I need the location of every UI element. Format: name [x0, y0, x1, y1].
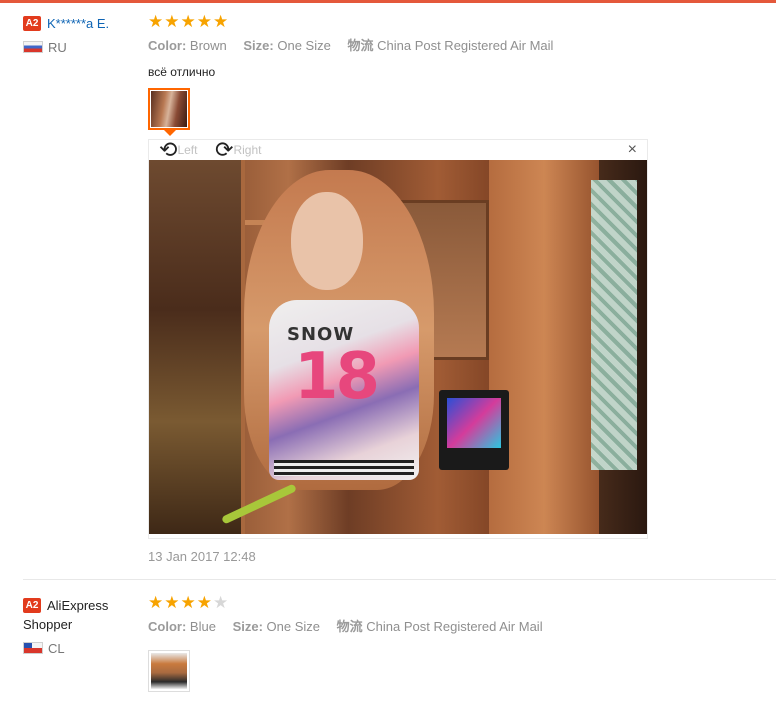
- rotate-left-button[interactable]: ⟲Left: [159, 137, 198, 162]
- review-photo: SNOW 18: [149, 160, 647, 534]
- thumbnail-image: [151, 653, 187, 689]
- photo-shape: [149, 160, 245, 534]
- review-content: ★ ★ ★ ★ ★ Color: Blue Size: One Size 物流 …: [148, 594, 708, 635]
- rotate-left-icon: ⟲: [159, 137, 178, 162]
- reviewer-info: A2 K******a E. RU: [23, 14, 141, 56]
- review-text: всё отлично: [148, 65, 216, 79]
- country-code: CL: [48, 641, 65, 656]
- star-icon: ★: [180, 12, 196, 31]
- color-value: Blue: [189, 619, 216, 634]
- review-item: A2 AliExpress Shopper CL ★ ★ ★ ★ ★ Color:…: [0, 580, 776, 701]
- size-value: One Size: [277, 38, 331, 53]
- review-date: 13 Jan 2017 12:48: [148, 549, 256, 564]
- star-icon: ★: [148, 593, 164, 612]
- photo-shirt-number: 18: [294, 340, 380, 414]
- photo-shape: [489, 160, 599, 534]
- reviewer-country: RU: [23, 40, 141, 56]
- star-icon: ★: [164, 12, 180, 31]
- size-value: One Size: [266, 619, 321, 634]
- review-item: A2 K******a E. RU ★ ★ ★ ★ ★ Color: Brown …: [0, 0, 776, 580]
- close-icon[interactable]: ×: [628, 142, 637, 158]
- star-rating: ★ ★ ★ ★ ★: [148, 13, 708, 31]
- rotate-right-icon: ⟳: [215, 137, 234, 162]
- thumbnail-image: [151, 91, 187, 127]
- reviewer-info: A2 AliExpress Shopper CL: [23, 596, 141, 657]
- photo-shape: [447, 398, 501, 448]
- shipping-value: China Post Registered Air Mail: [366, 619, 543, 634]
- size-label: Size:: [232, 619, 263, 634]
- shipping-label: 物流: [336, 619, 363, 634]
- star-empty-icon: ★: [213, 593, 229, 612]
- size-label: Size:: [243, 38, 274, 53]
- star-rating: ★ ★ ★ ★ ★: [148, 594, 708, 612]
- color-label: Color:: [148, 619, 187, 634]
- photo-viewer: ⟲Left ⟳Right × SNOW 18: [148, 139, 648, 539]
- buyer-level-badge: A2: [23, 16, 41, 31]
- country-code: RU: [48, 40, 67, 55]
- star-icon: ★: [164, 593, 180, 612]
- active-thumbnail-pointer: [164, 130, 176, 136]
- color-label: Color:: [148, 38, 187, 53]
- photo-shape: [439, 390, 509, 470]
- reviewer-country: CL: [23, 641, 141, 657]
- rotate-right-label: Right: [233, 143, 262, 157]
- rotate-left-label: Left: [177, 143, 198, 157]
- russia-flag-icon: [23, 41, 43, 53]
- photo-viewer-toolbar: ⟲Left ⟳Right ×: [149, 137, 647, 162]
- star-icon: ★: [148, 12, 164, 31]
- photo-shape: [591, 180, 637, 470]
- star-icon: ★: [196, 593, 212, 612]
- order-attributes: Color: Blue Size: One Size 物流 China Post…: [148, 619, 708, 635]
- review-photo-thumbnail[interactable]: [148, 650, 190, 692]
- star-icon: ★: [180, 593, 196, 612]
- reviewer-name[interactable]: K******a E.: [47, 16, 109, 31]
- order-attributes: Color: Brown Size: One Size 物流 China Pos…: [148, 38, 708, 54]
- buyer-level-badge: A2: [23, 598, 41, 613]
- shipping-value: China Post Registered Air Mail: [377, 38, 554, 53]
- color-value: Brown: [189, 38, 227, 53]
- shipping-label: 物流: [347, 38, 374, 53]
- chile-flag-icon: [23, 642, 43, 654]
- review-photo-thumbnail[interactable]: [148, 88, 190, 130]
- review-content: ★ ★ ★ ★ ★ Color: Brown Size: One Size 物流…: [148, 13, 708, 80]
- photo-shape: [274, 460, 414, 476]
- rotate-right-button[interactable]: ⟳Right: [215, 137, 262, 162]
- photo-shape: [291, 192, 363, 290]
- star-icon: ★: [213, 12, 229, 31]
- star-icon: ★: [196, 12, 212, 31]
